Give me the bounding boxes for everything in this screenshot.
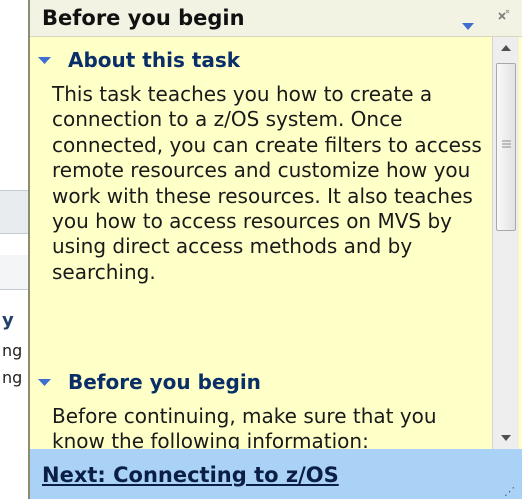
next-step-footer: Next: Connecting to z/OS ⋰	[30, 449, 522, 499]
resize-grip-icon[interactable]: ⋰	[504, 485, 515, 498]
expanded-triangle-icon	[38, 57, 51, 64]
close-icon	[498, 9, 510, 20]
scroll-down-arrow-icon	[501, 435, 511, 441]
section-header-about-this-task[interactable]: About this task	[38, 48, 478, 76]
scroll-thumb[interactable]	[496, 63, 516, 231]
section-heading-label: About this task	[68, 48, 241, 72]
background-line-1: ng	[2, 341, 23, 360]
background-bold-label: y	[2, 310, 14, 331]
section-heading-label: Before you begin	[68, 370, 261, 394]
panel-title: Before you begin	[42, 6, 245, 30]
cheat-sheet-content: About this task This task teaches you ho…	[30, 37, 492, 449]
view-menu-triangle-icon	[462, 23, 474, 30]
scroll-up-arrow-icon	[501, 45, 511, 51]
panel-title-bar: Before you begin	[30, 0, 522, 37]
view-menu-button[interactable]	[462, 16, 474, 30]
section-header-before-you-begin[interactable]: Before you begin	[38, 370, 478, 398]
cheat-sheet-panel: Before you begin About this task This ta…	[28, 0, 522, 499]
about-this-task-text: This task teaches you how to create a co…	[52, 82, 482, 284]
background-line-2: ng	[2, 368, 23, 387]
scroll-grip-icon	[502, 140, 511, 148]
scroll-down-button[interactable]	[493, 427, 519, 449]
vertical-scrollbar[interactable]	[492, 37, 519, 449]
next-step-link[interactable]: Next: Connecting to z/OS	[42, 463, 339, 487]
expanded-triangle-icon	[38, 379, 51, 386]
close-button[interactable]	[496, 6, 514, 28]
before-you-begin-text: Before continuing, make sure that you kn…	[52, 404, 437, 449]
scroll-up-button[interactable]	[493, 37, 519, 59]
